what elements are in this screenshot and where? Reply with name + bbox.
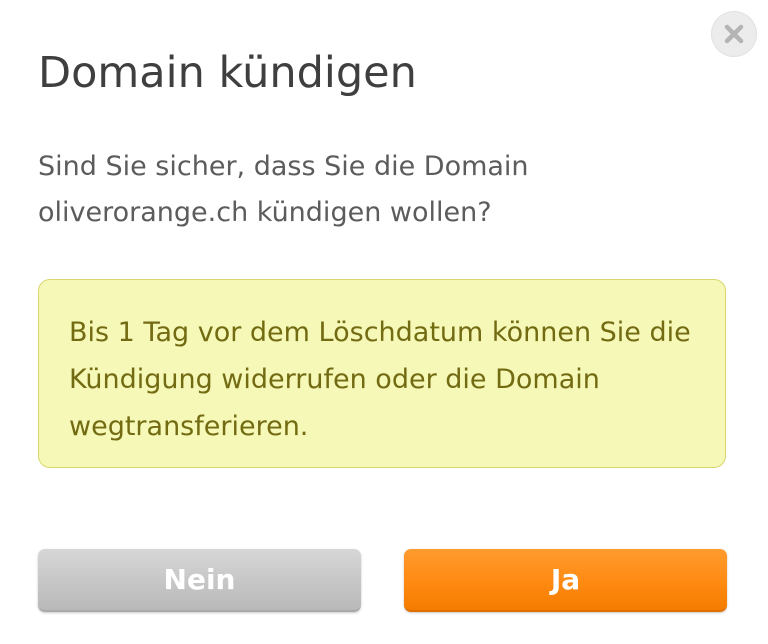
yes-button[interactable]: Ja: [404, 549, 727, 612]
no-button[interactable]: Nein: [38, 549, 361, 612]
dialog-title: Domain kündigen: [38, 48, 417, 98]
info-notice-text: Bis 1 Tag vor dem Löschdatum können Sie …: [69, 317, 691, 442]
no-button-label: Nein: [163, 563, 236, 596]
yes-button-label: Ja: [550, 563, 581, 596]
close-icon: [724, 24, 744, 44]
info-notice-box: Bis 1 Tag vor dem Löschdatum können Sie …: [38, 279, 726, 468]
confirmation-question: Sind Sie sicher, dass Sie die Domain oli…: [38, 151, 529, 228]
close-button[interactable]: [711, 11, 757, 57]
